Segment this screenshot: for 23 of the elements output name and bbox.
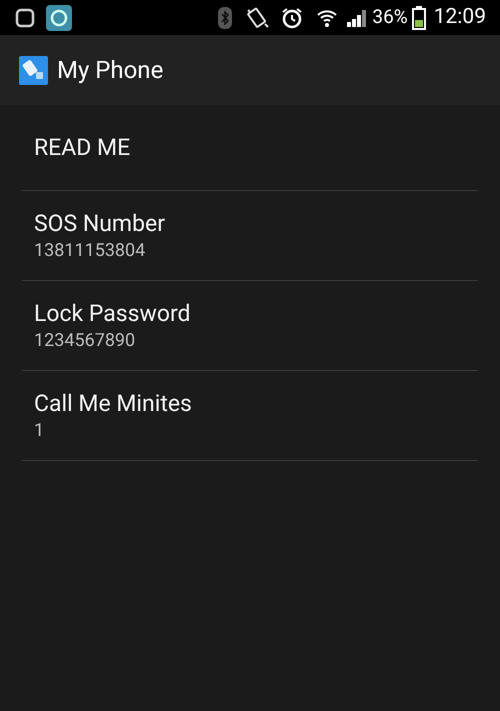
preference-item[interactable]: READ ME bbox=[22, 105, 478, 191]
app-icon bbox=[19, 56, 48, 84]
vibrate-icon bbox=[246, 6, 270, 30]
preference-title: Lock Password bbox=[34, 298, 192, 328]
alarm-clock-icon bbox=[280, 6, 304, 30]
battery-icon bbox=[412, 6, 426, 30]
preference-summary: 1234567890 bbox=[34, 328, 136, 352]
preference-summary: 1 bbox=[34, 418, 46, 442]
preference-item[interactable]: SOS Number 13811153804 bbox=[22, 191, 478, 281]
preference-item[interactable]: Call Me Minites 1 bbox=[22, 371, 478, 461]
preference-title: READ ME bbox=[34, 132, 132, 162]
battery-percentage: 36% bbox=[372, 4, 408, 30]
watch-icon bbox=[14, 6, 36, 28]
preference-title: SOS Number bbox=[34, 208, 166, 238]
chat-app-icon bbox=[46, 4, 72, 30]
signal-icon bbox=[346, 8, 368, 28]
wifi-icon bbox=[316, 8, 338, 28]
preference-title: Call Me Minites bbox=[34, 388, 193, 418]
clock-time: 12:09 bbox=[434, 4, 486, 31]
app-title: My Phone bbox=[57, 55, 164, 86]
bluetooth-icon bbox=[218, 6, 232, 28]
preference-item[interactable]: Lock Password 1234567890 bbox=[22, 281, 478, 371]
preference-summary: 13811153804 bbox=[34, 238, 146, 262]
